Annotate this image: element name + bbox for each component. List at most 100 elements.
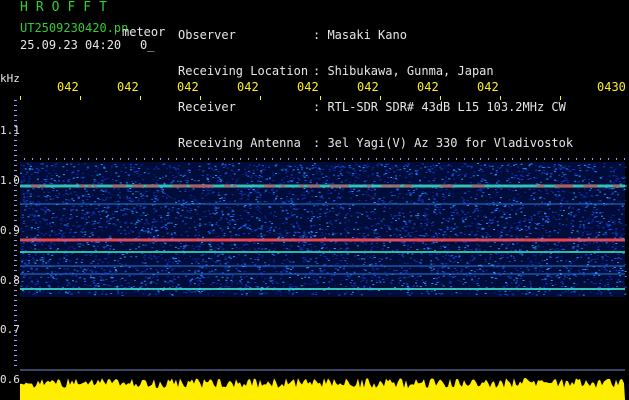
scale-dot — [88, 158, 89, 160]
scale-dot — [32, 158, 33, 160]
y-tick-label: 0.9 — [0, 224, 20, 237]
scale-tick — [14, 100, 17, 101]
carrier-highlight — [612, 185, 620, 187]
carrier-highlight — [550, 239, 557, 241]
x-tick-label: 042 — [417, 80, 439, 94]
noise-level-band — [20, 378, 625, 400]
carrier-highlight — [329, 185, 339, 187]
carrier-highlight — [194, 185, 206, 187]
scale-tick — [14, 155, 17, 156]
carrier-highlight — [390, 185, 401, 187]
carrier-highlight — [114, 185, 127, 187]
scale-tick — [14, 270, 17, 271]
scale-dot — [24, 158, 25, 160]
scale-tick — [14, 265, 17, 266]
scale-dot — [584, 158, 585, 160]
scale-tick — [14, 360, 17, 361]
carrier-highlight — [339, 185, 349, 187]
carrier-highlight — [79, 185, 85, 187]
carrier-highlight — [263, 239, 275, 241]
scale-dot — [64, 158, 65, 160]
carrier-highlight — [348, 239, 355, 241]
scale-dot — [120, 158, 121, 160]
time-tick — [80, 96, 81, 100]
x-tick-label: 042 — [177, 80, 199, 94]
scale-dot — [144, 158, 145, 160]
carrier-highlight — [264, 185, 276, 187]
scale-tick — [14, 345, 17, 346]
carrier-highlight — [31, 185, 40, 187]
scale-tick — [14, 210, 17, 211]
carrier-highlight — [567, 185, 573, 187]
scale-tick — [14, 190, 17, 191]
info-row-observer: Observer: Masaki Kano — [178, 29, 573, 41]
carrier-highlight — [251, 239, 257, 241]
time-tick — [20, 96, 21, 100]
info-key: Observer — [178, 28, 236, 42]
carrier-highlight — [440, 185, 454, 187]
scale-tick — [14, 105, 17, 106]
x-tick-label: 042 — [297, 80, 319, 94]
scale-tick — [14, 145, 17, 146]
scale-tick — [14, 240, 17, 241]
scale-tick — [14, 290, 17, 291]
scale-dot — [56, 158, 57, 160]
info-value: : 3el Yagi(V) Az 330 for Vladivostok — [313, 136, 574, 150]
carrier-highlight — [172, 185, 180, 187]
carrier-highlight — [586, 185, 596, 187]
y-tick-label: 1.0 — [0, 174, 20, 187]
carrier-highlight — [232, 185, 237, 187]
scale-dot — [168, 158, 169, 160]
info-row-antenna: Receiving Antenna: 3el Yagi(V) Az 330 fo… — [178, 137, 573, 149]
x-tick-label: 042 — [57, 80, 79, 94]
time-tick — [140, 96, 141, 100]
carrier-highlight — [399, 239, 407, 241]
scale-dot — [160, 158, 161, 160]
scale-tick — [14, 255, 17, 256]
scale-tick — [14, 250, 17, 251]
y-tick-label: 0.8 — [0, 274, 20, 287]
x-tick-label: 042 — [477, 80, 499, 94]
carrier-highlight — [318, 239, 328, 241]
scale-tick — [14, 170, 17, 171]
y-tick-label: 0.7 — [0, 323, 20, 336]
scale-dot — [624, 158, 625, 160]
info-row-location: Receiving Location : Shibukawa, Gunma, Ja… — [178, 65, 573, 77]
info-key: Receiving Location — [178, 64, 309, 78]
info-value: : Shibukawa, Gunma, Japan — [313, 64, 494, 78]
scale-tick — [14, 205, 17, 206]
carrier-highlight — [307, 185, 320, 187]
scale-tick — [14, 160, 17, 161]
carrier-highlight — [366, 185, 372, 187]
scale-tick — [14, 110, 17, 111]
carrier-highlight — [536, 185, 545, 187]
x-tick-label: 042 — [117, 80, 139, 94]
carrier-highlight — [471, 185, 485, 187]
carrier-highlight — [381, 185, 390, 187]
scale-tick — [14, 295, 17, 296]
scale-tick — [14, 165, 17, 166]
scale-tick — [14, 140, 17, 141]
carrier-highlight — [608, 239, 617, 241]
scale-tick — [14, 340, 17, 341]
carrier-highlight — [508, 239, 513, 241]
x-tick-label: 042 — [237, 80, 259, 94]
carrier-highlight — [554, 185, 561, 187]
scale-tick — [14, 120, 17, 121]
scale-dot — [48, 158, 49, 160]
carrier-highlight — [523, 239, 533, 241]
x-tick-label: 042 — [357, 80, 379, 94]
carrier-highlight — [41, 185, 45, 187]
carrier-highlight — [93, 185, 97, 187]
carrier-highlight — [280, 185, 285, 187]
scale-tick — [14, 355, 17, 356]
x-tick-label: 0430 — [597, 80, 626, 94]
scale-dot — [40, 158, 41, 160]
info-row-receiver: Receiver: RTL-SDR SDR# 43dB L15 103.2MHz… — [178, 101, 573, 113]
scale-tick — [14, 150, 17, 151]
app-title: HROFFT — [20, 0, 115, 15]
carrier-highlight — [357, 239, 369, 241]
carrier-highlight — [220, 239, 231, 241]
carrier-highlight — [43, 239, 51, 241]
carrier-highlight — [312, 239, 317, 241]
